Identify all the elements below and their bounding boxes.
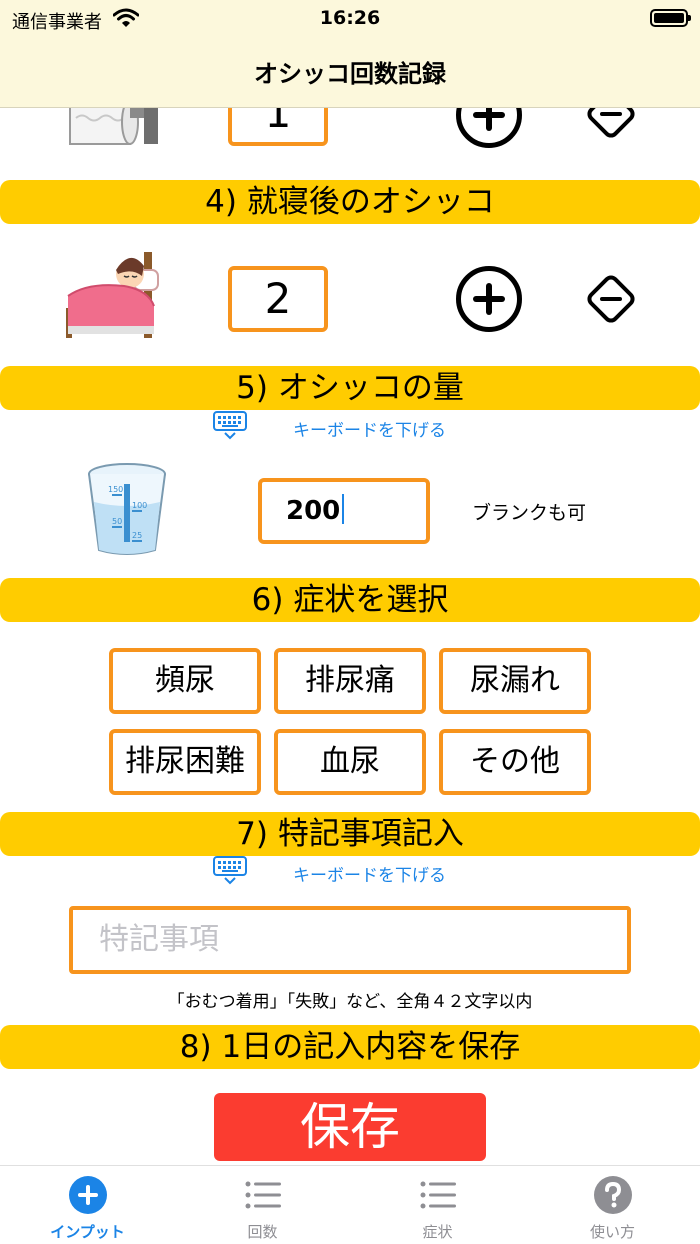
tab-bar: インプット 回数 症状 使い方 (0, 1165, 700, 1244)
measuring-cup-illustration: 150 100 50 25 (88, 463, 166, 555)
keyboard-hide-icon[interactable] (213, 411, 247, 441)
tab-label: 使い方 (589, 1223, 635, 1241)
symptom-label: 排尿痛 (305, 663, 395, 698)
section-4-title: 4) 就寝後のオシッコ (205, 184, 495, 220)
section-4-header: 4) 就寝後のオシッコ (0, 180, 700, 224)
save-button-label: 保存 (300, 1098, 400, 1156)
symptom-label: 頻尿 (155, 663, 215, 698)
symptom-label: 血尿 (320, 744, 380, 779)
save-button[interactable]: 保存 (214, 1093, 486, 1161)
plus-circle-icon (69, 1176, 107, 1214)
svg-text:150: 150 (108, 485, 123, 494)
tab-label: インプット (50, 1223, 125, 1241)
symptom-button-difficulty-urinating[interactable]: 排尿困難 (109, 729, 261, 795)
special-notes-input[interactable]: 特記事項 (69, 906, 631, 974)
bedtime-count-box: 2 (228, 266, 328, 332)
svg-text:100: 100 (132, 501, 147, 510)
symptom-label: 尿漏れ (470, 663, 560, 698)
section-8-title: 8) 1日の記入内容を保存 (179, 1029, 521, 1065)
svg-text:50: 50 (112, 517, 122, 526)
bedtime-count-value: 2 (264, 274, 292, 323)
section-6-header: 6) 症状を選択 (0, 578, 700, 622)
tab-how-to-use[interactable]: 使い方 (525, 1166, 700, 1244)
text-caret (342, 494, 345, 524)
special-notes-hint: 「おむつ着用」「失敗」など、全角４２文字以内 (167, 992, 533, 1012)
list-icon (420, 1181, 456, 1209)
section-5-title: 5) オシッコの量 (236, 370, 464, 406)
symptom-label: 排尿困難 (125, 744, 245, 779)
page-title: オシッコ回数記録 (254, 60, 446, 88)
bedtime-increment-button[interactable] (456, 266, 522, 332)
symptom-button-frequent-urination[interactable]: 頻尿 (109, 648, 261, 714)
urine-amount-value: 200 (286, 496, 341, 526)
section-5-header: 5) オシッコの量 (0, 366, 700, 410)
special-notes-placeholder: 特記事項 (99, 922, 219, 957)
keyboard-hide-icon[interactable] (213, 856, 247, 886)
navigation-bar: 通信事業者 16:26 オシッコ回数記録 (0, 0, 700, 108)
hide-keyboard-link[interactable]: キーボードを下げる (293, 861, 446, 886)
section-8-header: 8) 1日の記入内容を保存 (0, 1025, 700, 1069)
question-circle-icon (594, 1176, 632, 1214)
section-7-title: 7) 特記事項記入 (236, 816, 464, 852)
tab-count[interactable]: 回数 (175, 1166, 350, 1244)
section-6-title: 6) 症状を選択 (251, 582, 449, 618)
tab-label: 症状 (422, 1223, 453, 1241)
list-icon (245, 1181, 281, 1209)
sleeping-in-bed-illustration (66, 252, 159, 338)
blank-allowed-note: ブランクも可 (472, 502, 587, 524)
status-time: 16:26 (319, 7, 381, 29)
section-7-header: 7) 特記事項記入 (0, 812, 700, 856)
symptom-button-painful-urination[interactable]: 排尿痛 (274, 648, 426, 714)
scroll-content[interactable]: 1 4) 就寝後のオシッコ 2 5) オシッコの量 キーボードを下げる 150 … (0, 0, 700, 1165)
symptom-label: その他 (470, 744, 560, 779)
tab-input[interactable]: インプット (0, 1166, 175, 1244)
tab-symptoms[interactable]: 症状 (350, 1166, 525, 1244)
symptom-button-hematuria[interactable]: 血尿 (274, 729, 426, 795)
svg-text:25: 25 (132, 531, 142, 540)
battery-icon (650, 9, 691, 27)
bedtime-decrement-button[interactable] (585, 273, 637, 325)
urine-amount-input[interactable]: 200 (258, 478, 430, 544)
symptom-button-leakage[interactable]: 尿漏れ (439, 648, 591, 714)
symptom-button-other[interactable]: その他 (439, 729, 591, 795)
tab-label: 回数 (247, 1223, 278, 1241)
hide-keyboard-link[interactable]: キーボードを下げる (293, 416, 446, 441)
